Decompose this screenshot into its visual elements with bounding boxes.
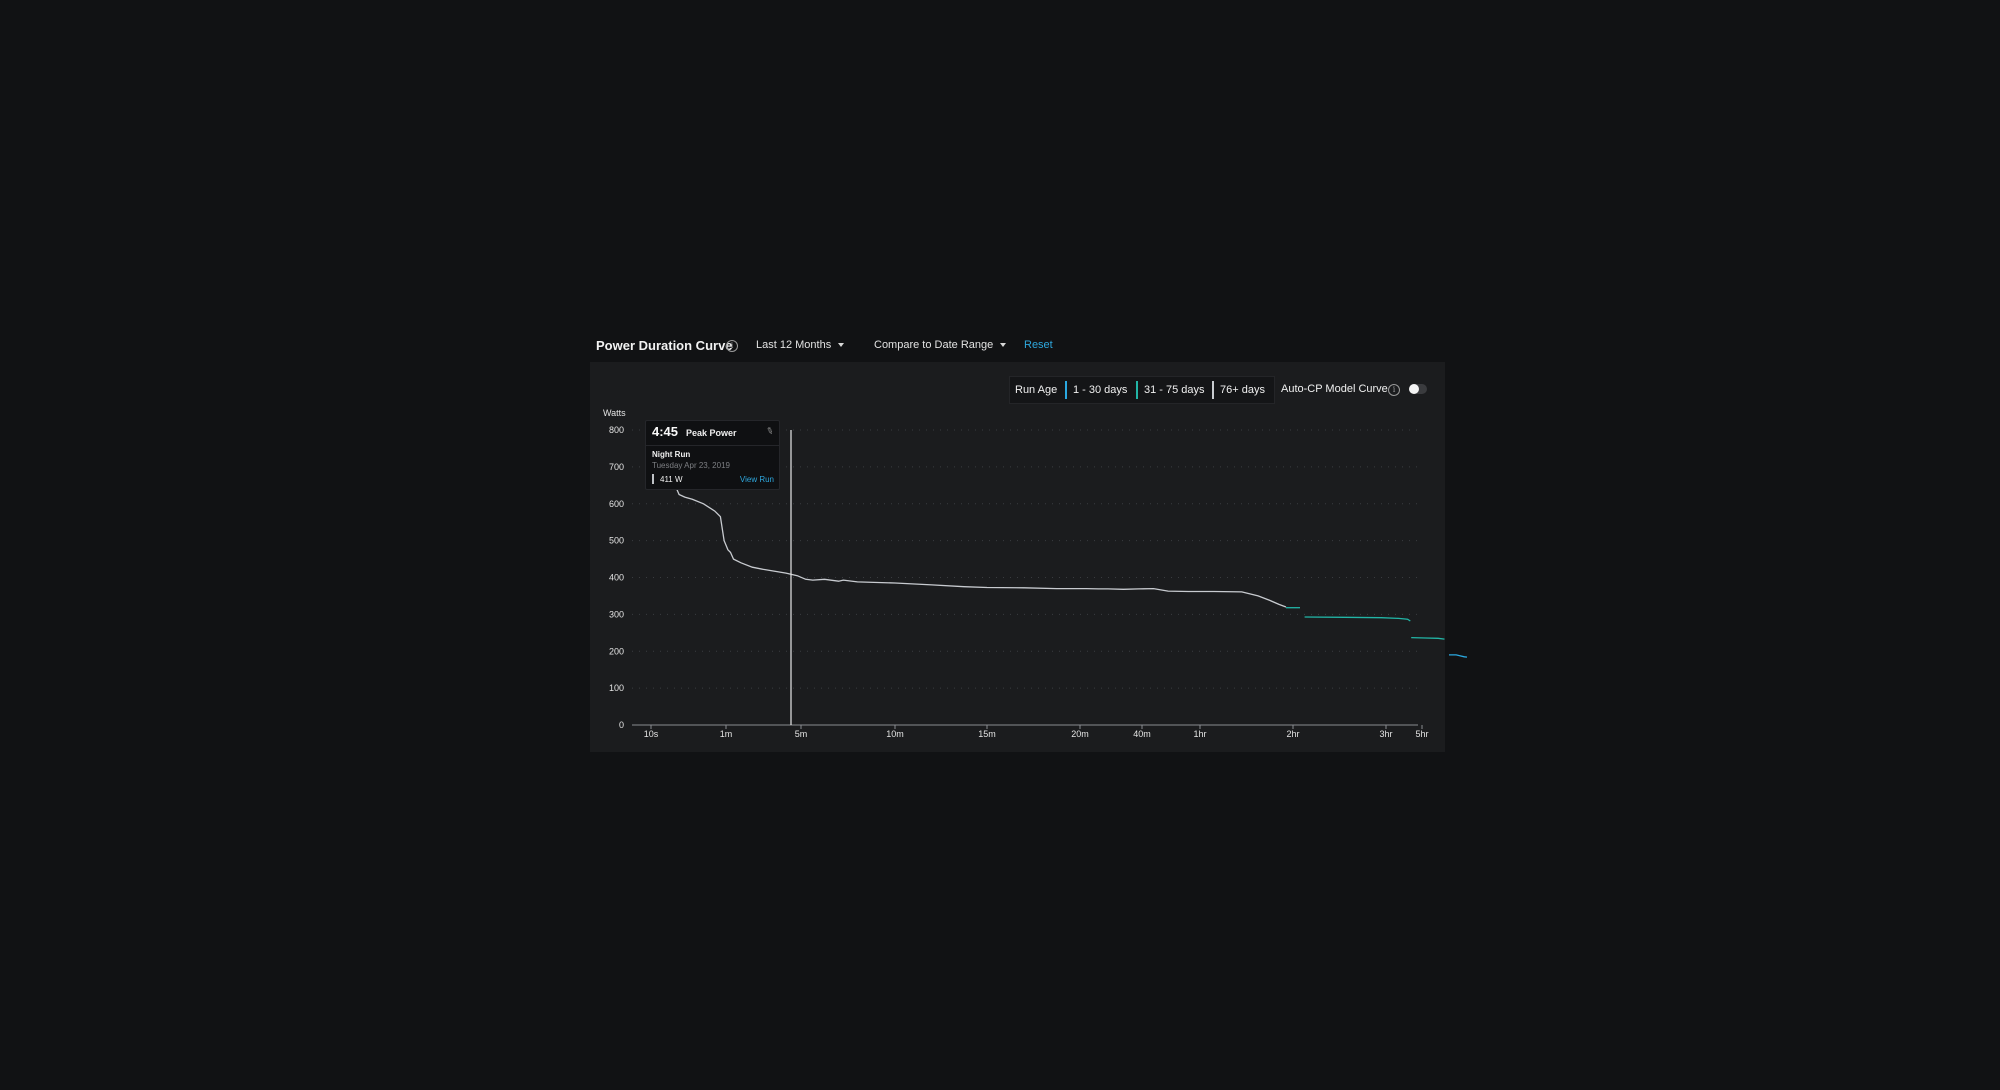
x-tick-label: 3hr	[1379, 729, 1392, 739]
toggle-knob	[1409, 384, 1419, 394]
series-line	[1304, 616, 1411, 622]
auto-cp-label: Auto-CP Model Curve	[1281, 383, 1388, 395]
y-tick-label: 700	[609, 462, 624, 472]
legend-swatch-1-30	[1065, 381, 1067, 399]
y-tick-label: 200	[609, 646, 624, 656]
auto-cp-toggle[interactable]	[1409, 384, 1427, 394]
pencil-icon[interactable]: ✎	[765, 425, 776, 438]
x-tick-label: 1m	[720, 729, 733, 739]
legend-item-1-30-days[interactable]: 1 - 30 days	[1073, 384, 1127, 396]
x-tick-label: 40m	[1133, 729, 1151, 739]
peak-power-tooltip: 4:45 Peak Power ✎ Night Run Tuesday Apr …	[645, 420, 780, 490]
legend-item-31-75-days[interactable]: 31 - 75 days	[1144, 384, 1205, 396]
tooltip-metric: Peak Power	[686, 428, 737, 438]
y-axis-label: Watts	[603, 408, 626, 418]
x-tick-label: 20m	[1071, 729, 1089, 739]
x-tick-label: 10m	[886, 729, 904, 739]
power-duration-chart[interactable]: Watts 800 700 600 500 400 300 200 100 0 10s 1m 5m 10m…	[0, 0, 2000, 1090]
x-tick-label: 15m	[978, 729, 996, 739]
tooltip-time: 4:45	[652, 424, 679, 439]
y-tick-label: 600	[609, 499, 624, 509]
run-age-legend: Run Age 1 - 30 days 31 - 75 days 76+ day…	[1009, 376, 1275, 404]
x-tick-label: 10s	[644, 729, 659, 739]
tooltip-divider	[646, 445, 779, 446]
y-tick-label: 800	[609, 425, 624, 435]
legend-swatch-76-plus	[1212, 381, 1214, 399]
y-tick-label: 0	[619, 720, 624, 730]
y-tick-label: 500	[609, 536, 624, 546]
y-tick-label: 100	[609, 683, 624, 693]
legend-swatch-31-75	[1136, 381, 1138, 399]
series-line	[1449, 654, 1468, 658]
tooltip-watts: 411 W	[660, 475, 683, 484]
legend-title: Run Age	[1015, 384, 1058, 396]
x-tick-label: 5hr	[1415, 729, 1428, 739]
y-tick-label: 400	[609, 573, 624, 583]
tooltip-run-name: Night Run	[652, 450, 691, 459]
tooltip-run-date: Tuesday Apr 23, 2019	[652, 461, 730, 470]
view-run-link[interactable]: View Run	[740, 475, 774, 484]
legend-item-76-plus-days[interactable]: 76+ days	[1220, 384, 1265, 396]
y-tick-label: 300	[609, 609, 624, 619]
info-icon[interactable]: i	[1388, 384, 1400, 396]
x-tick-label: 5m	[795, 729, 808, 739]
x-tick-label: 1hr	[1193, 729, 1206, 739]
x-tick-label: 2hr	[1286, 729, 1299, 739]
tooltip-series-marker	[652, 474, 654, 484]
series-line	[1411, 636, 1445, 640]
